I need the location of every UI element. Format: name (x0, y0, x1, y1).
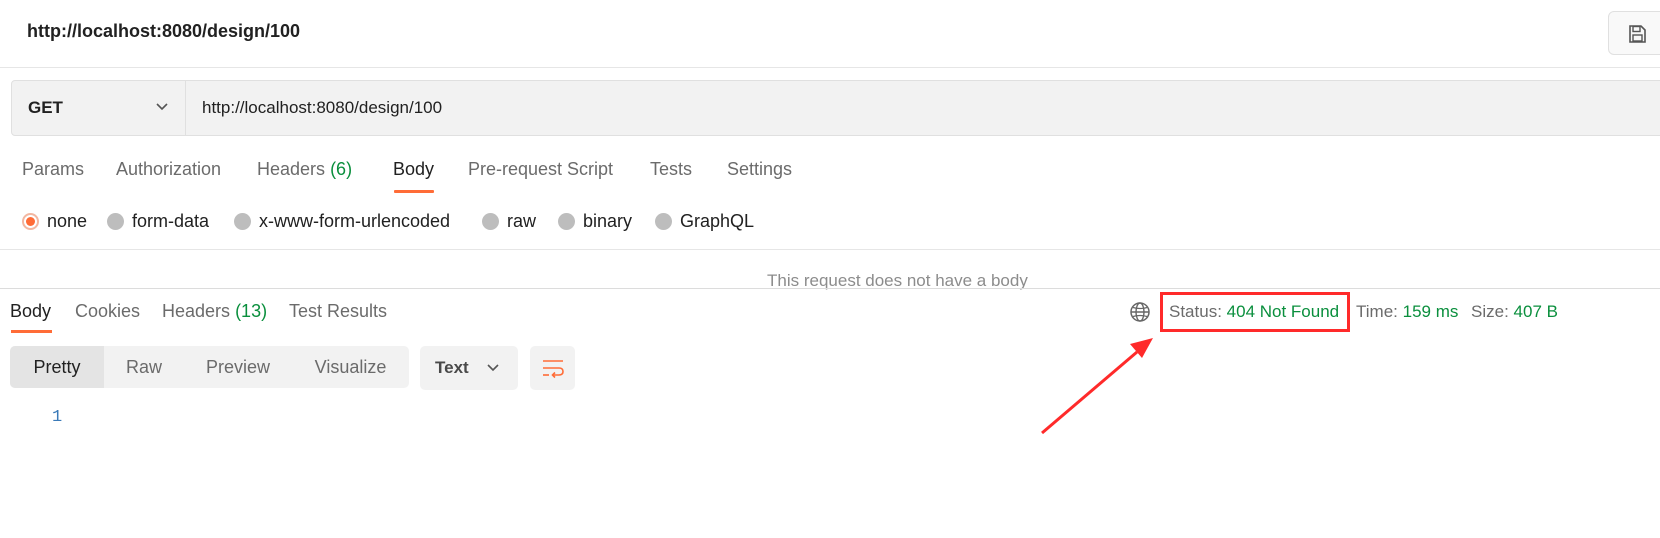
response-time[interactable]: Time: 159 ms (1356, 302, 1458, 322)
format-label: Text (435, 358, 469, 377)
response-headers-count: (13) (235, 301, 268, 321)
save-icon (1629, 25, 1646, 43)
time-label: Time: (1356, 302, 1398, 321)
method-label: GET (28, 98, 63, 117)
body-type-raw[interactable]: raw (482, 207, 536, 235)
view-pretty-button[interactable]: Pretty (10, 346, 104, 388)
view-preview-button[interactable]: Preview (184, 346, 292, 388)
response-size[interactable]: Size: 407 B (1471, 302, 1558, 322)
tab-authorization[interactable]: Authorization (116, 159, 221, 180)
headers-count: (6) (330, 159, 353, 179)
tab-settings[interactable]: Settings (727, 159, 792, 180)
url-bar: GET (11, 80, 1660, 136)
view-raw-button[interactable]: Raw (104, 346, 184, 388)
tab-pre-request-script[interactable]: Pre-request Script (468, 159, 613, 180)
radio-icon[interactable] (107, 212, 124, 230)
response-tab-cookies[interactable]: Cookies (75, 301, 140, 322)
method-select[interactable]: GET (12, 81, 186, 135)
active-tab-indicator (394, 190, 434, 193)
time-value: 159 ms (1402, 302, 1459, 321)
divider (0, 249, 1660, 250)
radio-icon[interactable] (482, 212, 499, 230)
body-type-graphql[interactable]: GraphQL (655, 207, 754, 235)
body-type-options: none form-data x-www-form-urlencoded raw… (0, 207, 1000, 235)
wrap-lines-button[interactable] (530, 346, 575, 390)
annotation-highlight-box (1160, 292, 1350, 332)
globe-icon[interactable] (1129, 301, 1151, 323)
body-type-form-data[interactable]: form-data (107, 207, 209, 235)
body-type-x-www-form-urlencoded[interactable]: x-www-form-urlencoded (234, 207, 450, 235)
view-visualize-button[interactable]: Visualize (292, 346, 409, 388)
size-label: Size: (1471, 302, 1509, 321)
radio-icon[interactable] (558, 212, 575, 230)
response-pane-resize-handle[interactable] (0, 288, 1660, 289)
request-tabs: Params Authorization Headers (6) Body Pr… (0, 155, 1000, 195)
line-number: 1 (52, 408, 63, 427)
tab-headers[interactable]: Headers (6) (257, 159, 352, 180)
size-value: 407 B (1513, 302, 1558, 321)
body-type-binary[interactable]: binary (558, 207, 632, 235)
chevron-down-icon (156, 103, 168, 111)
tab-tests[interactable]: Tests (650, 159, 692, 180)
chevron-down-icon (487, 364, 499, 372)
response-tabs: Body Cookies Headers (13) Test Results (0, 298, 700, 334)
request-title[interactable]: http://localhost:8080/design/100 (27, 21, 300, 42)
url-input[interactable] (187, 81, 1587, 135)
response-view-modes: Pretty Raw Preview Visualize (10, 346, 409, 388)
radio-icon[interactable] (655, 212, 672, 230)
radio-icon[interactable] (234, 212, 251, 230)
response-tab-headers[interactable]: Headers (13) (162, 301, 267, 322)
active-response-tab-indicator (11, 330, 52, 333)
response-format-select[interactable]: Text (420, 346, 518, 390)
tab-params[interactable]: Params (22, 159, 84, 180)
wrap-lines-icon (543, 360, 564, 379)
tab-body[interactable]: Body (393, 159, 434, 180)
response-tab-test-results[interactable]: Test Results (289, 301, 387, 322)
radio-selected-icon[interactable] (22, 212, 39, 230)
request-title-bar: http://localhost:8080/design/100 (0, 0, 1660, 68)
body-type-none[interactable]: none (22, 207, 87, 235)
save-button[interactable] (1608, 11, 1660, 55)
response-tab-body[interactable]: Body (10, 301, 51, 322)
